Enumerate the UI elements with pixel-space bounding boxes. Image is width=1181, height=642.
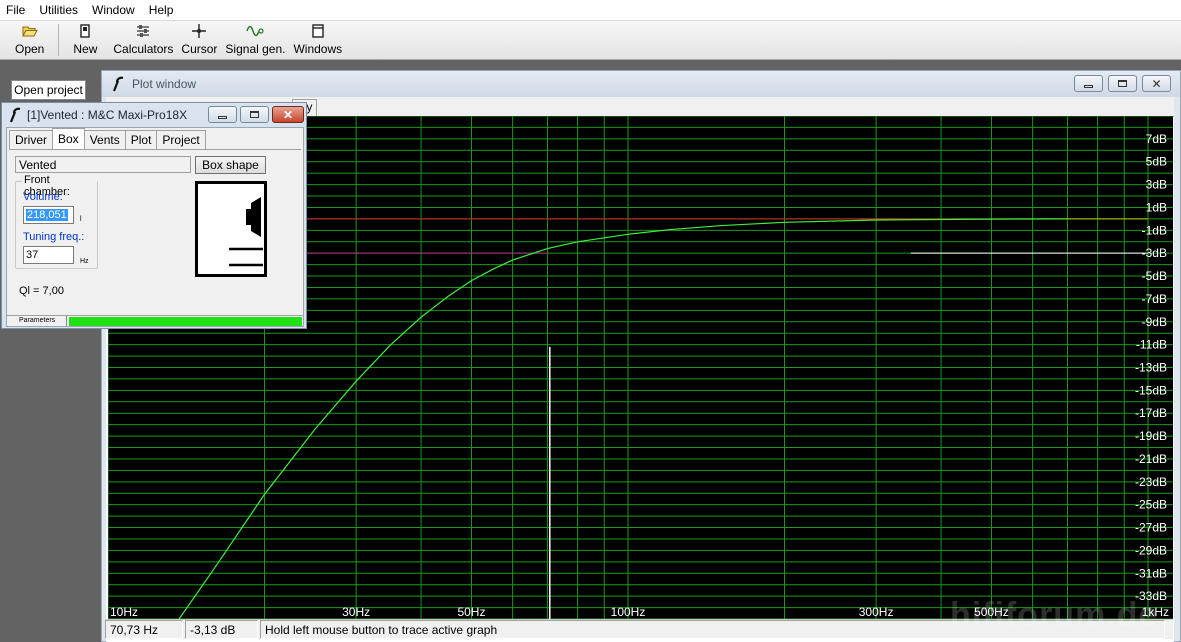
y-tick-label: -9dB bbox=[1142, 315, 1167, 329]
y-tick-label: -21dB bbox=[1135, 452, 1167, 466]
calculators-button[interactable]: Calculators bbox=[109, 21, 177, 59]
minimize-icon bbox=[218, 115, 227, 119]
signal-gen-button[interactable]: Signal gen. bbox=[221, 21, 289, 59]
y-tick-label: -3dB bbox=[1142, 246, 1167, 260]
toolbar: Open New Calculators Cursor Signal gen. … bbox=[0, 21, 1181, 60]
y-tick-label: -29dB bbox=[1135, 543, 1167, 557]
plot-window-titlebar[interactable]: Plot window ✕ bbox=[102, 71, 1180, 97]
tab-vents[interactable]: Vents bbox=[83, 130, 126, 149]
volume-input[interactable]: 218,051 bbox=[23, 206, 74, 224]
open-label: Open bbox=[15, 42, 45, 56]
close-button[interactable]: ✕ bbox=[1142, 75, 1171, 92]
sliders-icon bbox=[135, 23, 151, 39]
parameters-progress-track bbox=[69, 317, 302, 326]
x-tick-label: 30Hz bbox=[342, 605, 370, 619]
menu-help[interactable]: Help bbox=[149, 3, 174, 17]
x-tick-label: 100Hz bbox=[611, 605, 646, 619]
y-tick-label: -27dB bbox=[1135, 521, 1167, 535]
new-button[interactable]: New bbox=[69, 21, 101, 59]
front-chamber-group: Front chamber: Volume: 218,051 l Tuning … bbox=[15, 174, 98, 269]
parameters-bar: Parameters bbox=[7, 315, 303, 326]
y-tick-label: -1dB bbox=[1142, 223, 1167, 237]
maximize-button[interactable] bbox=[1108, 75, 1137, 92]
y-tick-label: -23dB bbox=[1135, 475, 1167, 489]
box-shape-diagram bbox=[195, 181, 267, 277]
new-label: New bbox=[73, 42, 98, 56]
maximize-icon bbox=[1118, 80, 1127, 87]
tab-project[interactable]: Project bbox=[156, 130, 206, 149]
tuning-freq-input[interactable]: 37 bbox=[23, 246, 74, 264]
dialog-title: [1]Vented : M&C Maxi-Pro18X bbox=[27, 108, 188, 122]
close-icon: ✕ bbox=[1151, 76, 1162, 91]
tab-plot[interactable]: Plot bbox=[124, 130, 158, 149]
x-tick-label: 300Hz bbox=[859, 605, 894, 619]
parameters-progress-bar bbox=[69, 317, 302, 326]
menu-window[interactable]: Window bbox=[92, 3, 135, 17]
maximize-icon bbox=[250, 111, 259, 118]
y-tick-label: -25dB bbox=[1135, 498, 1167, 512]
box-shape-button[interactable]: Box shape bbox=[195, 156, 266, 174]
y-tick-label: -13dB bbox=[1135, 361, 1167, 375]
speaker-icon bbox=[251, 197, 261, 237]
y-tick-label: -17dB bbox=[1135, 406, 1167, 420]
menu-file[interactable]: File bbox=[6, 3, 25, 17]
box-type-field[interactable]: Vented bbox=[15, 156, 191, 173]
ql-value: Ql = 7,00 bbox=[19, 285, 64, 297]
open-project-button[interactable]: Open project bbox=[11, 80, 86, 100]
y-tick-label: 5dB bbox=[1146, 155, 1167, 169]
tuning-freq-unit: Hz bbox=[80, 258, 89, 265]
parameters-label: Parameters bbox=[9, 316, 67, 326]
box-dialog: [1]Vented : M&C Maxi-Pro18X ✕ Driver Box… bbox=[1, 102, 307, 329]
y-tick-label: -31dB bbox=[1135, 566, 1167, 580]
windows-button[interactable]: Windows bbox=[289, 21, 346, 59]
dialog-tabs: Driver Box Vents Plot Project bbox=[9, 128, 206, 150]
watermark: hififorum.de bbox=[950, 596, 1159, 634]
status-frequency: 70,73 Hz bbox=[105, 620, 183, 639]
y-tick-label: 3dB bbox=[1146, 178, 1167, 192]
crosshair-icon bbox=[192, 23, 207, 39]
dialog-maximize-button[interactable] bbox=[240, 106, 269, 123]
window-icon bbox=[312, 23, 324, 39]
status-level: -3,13 dB bbox=[185, 620, 258, 639]
y-tick-label: -19dB bbox=[1135, 429, 1167, 443]
box-tab-panel: Vented Box shape Front chamber: Volume: … bbox=[9, 149, 301, 315]
y-tick-label: -11dB bbox=[1136, 338, 1167, 352]
plot-window-title: Plot window bbox=[132, 77, 197, 91]
y-tick-label: -15dB bbox=[1135, 383, 1167, 397]
volume-label: Volume: bbox=[23, 191, 63, 203]
y-tick-label: -7dB bbox=[1142, 292, 1167, 306]
menu-bar: File Utilities Window Help bbox=[0, 0, 1181, 21]
windows-label: Windows bbox=[293, 42, 343, 56]
folder-open-icon bbox=[21, 23, 38, 39]
tab-driver[interactable]: Driver bbox=[9, 130, 53, 149]
minimize-button[interactable] bbox=[1074, 75, 1103, 92]
dialog-app-icon bbox=[8, 107, 22, 126]
dialog-minimize-button[interactable] bbox=[208, 106, 237, 123]
cursor-label: Cursor bbox=[181, 42, 218, 56]
open-button[interactable]: Open bbox=[11, 21, 48, 59]
sine-wave-icon bbox=[246, 23, 265, 39]
toolbar-separator bbox=[58, 24, 60, 56]
x-tick-label: 50Hz bbox=[457, 605, 485, 619]
y-tick-label: 7dB bbox=[1146, 132, 1167, 146]
y-tick-label: -5dB bbox=[1142, 269, 1167, 283]
plot-app-icon bbox=[111, 76, 125, 95]
calculators-label: Calculators bbox=[113, 42, 174, 56]
signal-gen-label: Signal gen. bbox=[225, 42, 286, 56]
close-icon: ✕ bbox=[282, 107, 294, 122]
volume-value: 218,051 bbox=[26, 209, 68, 221]
dialog-close-button[interactable]: ✕ bbox=[272, 106, 304, 123]
volume-unit: l bbox=[80, 216, 82, 223]
new-document-icon bbox=[80, 23, 91, 39]
x-tick-label: 10Hz bbox=[110, 605, 138, 619]
tuning-freq-label: Tuning freq.: bbox=[23, 231, 85, 243]
dialog-body: Driver Box Vents Plot Project Vented Box… bbox=[6, 127, 304, 327]
y-tick-label: 1dB bbox=[1146, 200, 1167, 214]
menu-utilities[interactable]: Utilities bbox=[39, 3, 78, 17]
cursor-button[interactable]: Cursor bbox=[177, 21, 221, 59]
tab-box[interactable]: Box bbox=[52, 128, 85, 149]
minimize-icon bbox=[1084, 84, 1093, 88]
